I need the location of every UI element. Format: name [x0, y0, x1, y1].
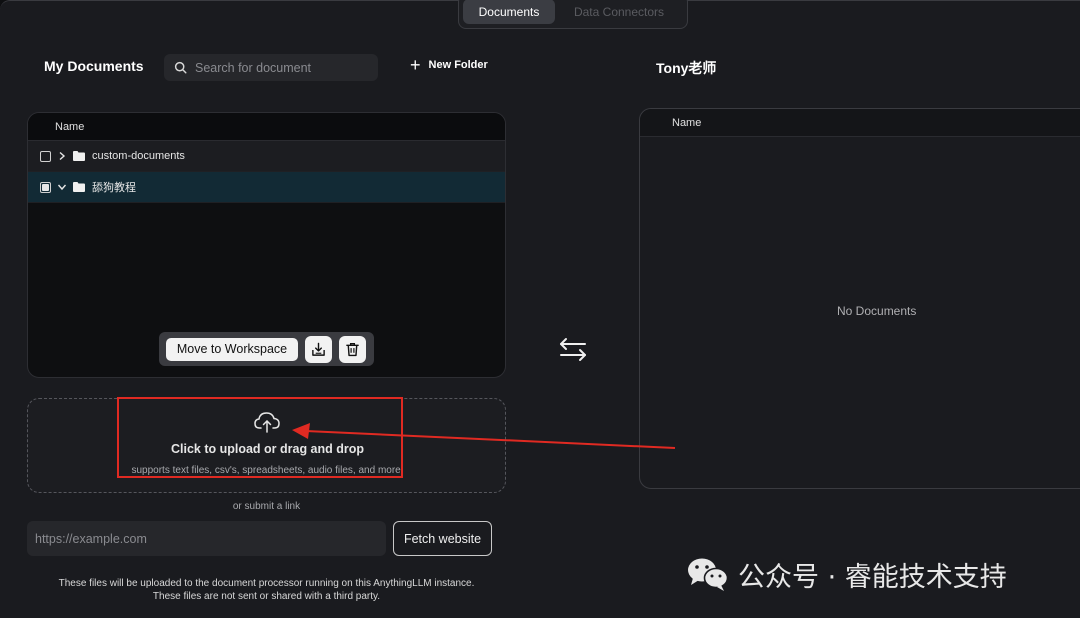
disclaimer-line-1: These files will be uploaded to the docu… — [58, 578, 475, 589]
row-checkbox-checked[interactable] — [40, 181, 51, 193]
chevron-down-icon[interactable] — [57, 182, 67, 192]
wechat-logo-icon — [688, 558, 729, 591]
move-to-workspace-button[interactable]: Move to Workspace — [166, 337, 298, 361]
tab-documents[interactable]: Documents — [463, 0, 555, 24]
folder-row-selected[interactable]: 舔狗教程 — [28, 172, 505, 203]
url-input[interactable] — [27, 521, 386, 556]
tab-data-connectors[interactable]: Data Connectors — [555, 0, 683, 24]
new-folder-button[interactable]: + New Folder — [410, 55, 488, 75]
chevron-right-icon[interactable] — [57, 151, 67, 161]
plus-icon: + — [410, 55, 421, 75]
folder-icon — [73, 182, 85, 192]
selection-action-bar: Move to Workspace — [159, 332, 374, 366]
wechat-watermark: 公众号 · 睿能技术支持 — [686, 555, 1007, 593]
my-documents-title: My Documents — [44, 58, 144, 74]
search-box — [164, 54, 378, 81]
swap-arrows-icon[interactable] — [557, 333, 589, 365]
top-tab-bar: Documents Data Connectors — [458, 0, 688, 29]
workspace-documents-panel: Name No Documents — [639, 108, 1080, 489]
annotation-arrow — [292, 423, 676, 449]
row-checkbox[interactable] — [40, 150, 51, 162]
download-icon — [312, 342, 325, 356]
folder-row[interactable]: custom-documents — [28, 141, 505, 172]
folder-icon — [73, 151, 85, 161]
name-column-header: Name — [640, 109, 1080, 137]
folder-name: 舔狗教程 — [92, 182, 136, 194]
search-icon — [174, 61, 187, 74]
folder-name: custom-documents — [92, 150, 185, 162]
watermark-text: 公众号 · 睿能技术支持 — [738, 561, 1007, 593]
search-input[interactable] — [195, 60, 365, 75]
disclaimer-line-2: These files are not sent or shared with … — [152, 591, 381, 602]
new-folder-label: New Folder — [428, 59, 488, 71]
workspace-title: Tony老师 — [656, 60, 717, 76]
fetch-website-button[interactable]: Fetch website — [393, 521, 492, 556]
delete-button[interactable] — [339, 335, 366, 363]
empty-state-text: No Documents — [837, 304, 917, 318]
upload-disclaimer: These files will be uploaded to the docu… — [0, 577, 533, 603]
trash-icon — [346, 342, 359, 356]
or-submit-link-text: or submit a link — [232, 501, 301, 512]
download-button[interactable] — [305, 335, 332, 363]
name-column-header: Name — [28, 113, 505, 141]
